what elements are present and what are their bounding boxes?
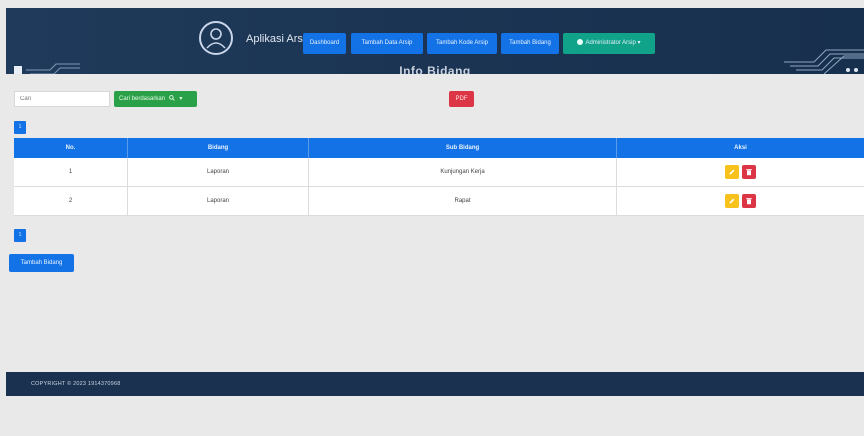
cell-bidang: Laporan	[127, 158, 309, 187]
table-header-row: No. Bidang Sub Bidang Aksi	[14, 138, 864, 158]
column-header-bidang: Bidang	[127, 138, 309, 158]
bidang-table: No. Bidang Sub Bidang Aksi 1 Laporan Kun…	[14, 138, 864, 216]
pencil-icon	[729, 198, 735, 204]
chevron-down-icon: ▾	[637, 40, 641, 46]
nav-dashboard-button[interactable]: Dashboard	[303, 33, 346, 54]
nav-tambah-bidang-button[interactable]: Tambah Bidang	[501, 33, 559, 54]
edit-button[interactable]	[725, 165, 739, 179]
cell-sub-bidang: Rapat	[308, 186, 617, 216]
search-by-label: Cari berdasarkan	[119, 96, 166, 102]
copyright-text: COPYRIGHT © 2023 1914370968	[31, 381, 121, 387]
chevron-down-icon: ▾	[179, 96, 183, 102]
cell-sub-bidang: Kunjungan Kerja	[308, 158, 617, 187]
pagination-page-top[interactable]: 1	[14, 121, 26, 134]
delete-button[interactable]	[742, 165, 756, 179]
cell-no: 1	[14, 158, 128, 187]
user-menu-label: Administrator Arsip	[585, 40, 636, 46]
cell-bidang: Laporan	[127, 186, 309, 216]
pagination-page-bottom[interactable]: 1	[14, 229, 26, 242]
search-input[interactable]	[14, 91, 110, 107]
page-root: Aplikasi Arsip Dashboard Tambah Data Ars…	[0, 0, 864, 436]
trash-icon	[746, 169, 752, 176]
edit-button[interactable]	[725, 194, 739, 208]
column-header-aksi: Aksi	[616, 138, 864, 158]
table-row: 2 Laporan Rapat	[14, 186, 864, 216]
nav-tambah-kode-arsip-button[interactable]: Tambah Kode Arsip	[427, 33, 497, 54]
table-row: 1 Laporan Kunjungan Kerja	[14, 158, 864, 187]
cell-no: 2	[14, 186, 128, 216]
pdf-export-button[interactable]: PDF	[449, 91, 474, 107]
column-header-sub-bidang: Sub Bidang	[308, 138, 617, 158]
footer-bar: COPYRIGHT © 2023 1914370968	[6, 372, 864, 396]
user-menu-dropdown[interactable]: Administrator Arsip ▾	[563, 33, 655, 54]
delete-button[interactable]	[742, 194, 756, 208]
header-bar: Aplikasi Arsip Dashboard Tambah Data Ars…	[6, 8, 864, 74]
column-header-no: No.	[14, 138, 128, 158]
app-title[interactable]: Aplikasi Arsip	[246, 33, 311, 45]
search-icon	[168, 95, 175, 102]
tambah-bidang-button[interactable]: Tambah Bidang	[9, 254, 74, 272]
cell-aksi	[616, 186, 864, 216]
search-by-dropdown-button[interactable]: Cari berdasarkan ▾	[114, 91, 197, 107]
app-logo-icon	[199, 21, 233, 55]
pencil-icon	[729, 169, 735, 175]
trash-icon	[746, 198, 752, 205]
cell-aksi	[616, 158, 864, 187]
nav-tambah-data-arsip-button[interactable]: Tambah Data Arsip	[351, 33, 423, 54]
page-title: Info Bidang	[399, 64, 471, 74]
user-circle-icon	[577, 39, 584, 46]
